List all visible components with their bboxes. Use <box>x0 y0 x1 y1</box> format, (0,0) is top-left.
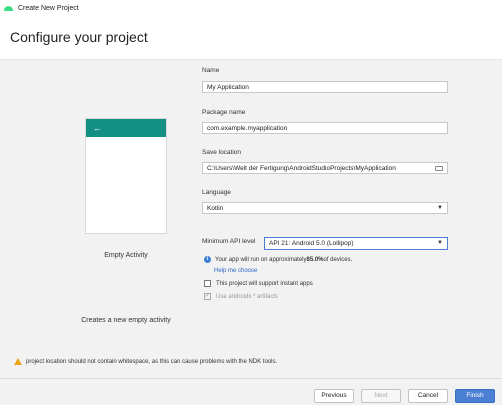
arrow-left-icon: ← <box>93 123 102 133</box>
page-title: Configure your project <box>10 29 148 45</box>
location-warning: project location should not contain whit… <box>14 358 277 365</box>
template-name: Empty Activity <box>104 252 148 259</box>
save-location-value: C:\Users\Welt der Fertigung\AndroidStudi… <box>207 165 396 172</box>
package-name-label: Package name <box>202 109 246 116</box>
next-button[interactable]: Next <box>361 389 401 403</box>
save-location-field[interactable]: C:\Users\Welt der Fertigung\AndroidStudi… <box>202 162 448 174</box>
finish-button[interactable]: Finish <box>455 389 495 403</box>
save-location-label: Save location <box>202 149 242 156</box>
template-app-bar: ← <box>86 119 166 137</box>
instant-apps-label: This project will support instant apps <box>216 280 313 287</box>
previous-button[interactable]: Previous <box>314 389 354 403</box>
language-label: Language <box>202 189 231 196</box>
api-coverage-info: i Your app will run on approximately 85.… <box>204 256 352 263</box>
androidx-label: Use androidx.* artifacts <box>216 293 279 300</box>
template-preview: ← <box>85 118 167 234</box>
template-description: Creates a new empty activity <box>81 317 171 324</box>
package-name-field[interactable]: com.example.myapplication <box>202 122 448 134</box>
cancel-button[interactable]: Cancel <box>408 389 448 403</box>
name-label: Name <box>202 67 220 74</box>
min-api-value: API 21: Android 5.0 (Lollipop) <box>269 240 354 247</box>
info-text-after: of devices. <box>323 256 353 263</box>
title-bar: Create New Project <box>0 0 502 16</box>
min-api-dropdown[interactable]: API 21: Android 5.0 (Lollipop) ▼ <box>264 237 448 250</box>
window-title: Create New Project <box>18 4 79 12</box>
name-field[interactable]: My Application <box>202 81 448 93</box>
help-me-choose-link[interactable]: Help me choose <box>214 268 257 274</box>
info-percent: 85.0% <box>306 256 324 263</box>
min-api-label: Minimum API level <box>202 238 256 245</box>
androidx-checkbox <box>204 292 211 300</box>
language-dropdown[interactable]: Kotlin ▼ <box>202 202 448 214</box>
header: Configure your project <box>0 16 502 60</box>
androidx-option: Use androidx.* artifacts <box>204 292 279 300</box>
language-value: Kotlin <box>207 205 224 212</box>
instant-apps-option[interactable]: This project will support instant apps <box>204 280 313 287</box>
chevron-down-icon: ▼ <box>437 205 443 211</box>
info-icon: i <box>204 256 211 263</box>
info-text-before: Your app will run on approximately <box>215 256 307 263</box>
main-panel: ← Empty Activity Creates a new empty act… <box>0 60 502 378</box>
folder-icon[interactable] <box>435 166 443 171</box>
chevron-down-icon: ▼ <box>437 240 443 246</box>
warning-text: project location should not contain whit… <box>26 358 278 365</box>
warning-icon <box>14 358 22 365</box>
instant-apps-checkbox[interactable] <box>204 280 211 287</box>
android-studio-icon <box>4 5 13 11</box>
footer: Previous Next Cancel Finish <box>0 378 502 405</box>
